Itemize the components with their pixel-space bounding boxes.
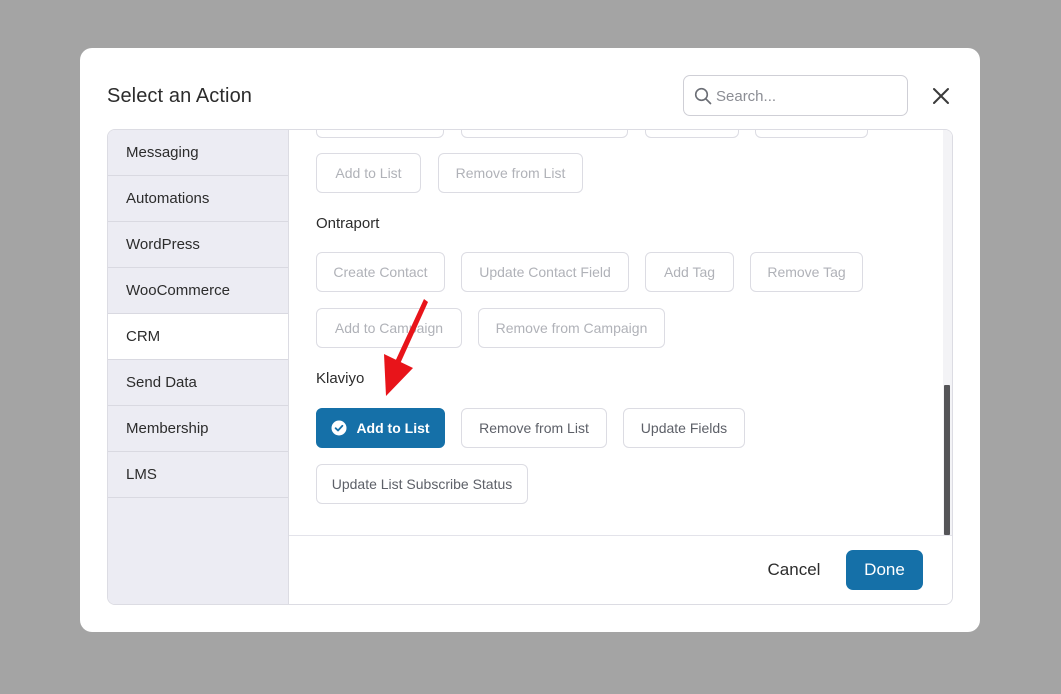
check-circle-icon <box>331 420 347 436</box>
action-button-partial[interactable] <box>645 130 739 138</box>
scrollbar-thumb[interactable] <box>944 385 950 535</box>
sidebar-item-automations[interactable]: Automations <box>108 176 288 222</box>
section-title-klaviyo: Klaviyo <box>316 370 365 387</box>
sidebar-item-messaging[interactable]: Messaging <box>108 130 288 176</box>
klaviyo-remove-from-list-button[interactable]: Remove from List <box>461 408 607 448</box>
sidebar-item-membership[interactable]: Membership <box>108 406 288 452</box>
sidebar-item-wordpress[interactable]: WordPress <box>108 222 288 268</box>
category-sidebar: Messaging Automations WordPress WooComme… <box>108 130 289 604</box>
modal-body: Messaging Automations WordPress WooComme… <box>107 129 953 605</box>
select-action-modal: Select an Action Messaging Automations W… <box>80 48 980 632</box>
search-box[interactable] <box>683 75 908 116</box>
klaviyo-update-fields-button[interactable]: Update Fields <box>623 408 745 448</box>
sidebar-item-crm[interactable]: CRM <box>108 314 288 360</box>
klaviyo-add-to-list-button[interactable]: Add to List <box>316 408 445 448</box>
ontraport-remove-from-campaign-button[interactable]: Remove from Campaign <box>478 308 665 348</box>
search-icon <box>694 87 712 105</box>
ontraport-add-tag-button[interactable]: Add Tag <box>645 252 734 292</box>
section-title-ontraport: Ontraport <box>316 215 380 232</box>
annotation-arrow-icon <box>384 299 428 396</box>
search-input[interactable] <box>716 84 896 108</box>
modal-title: Select an Action <box>107 85 253 107</box>
action-button-partial[interactable] <box>316 130 444 138</box>
sidebar-item-woocommerce[interactable]: WooCommerce <box>108 268 288 314</box>
klaviyo-update-list-subscribe-status-button[interactable]: Update List Subscribe Status <box>316 464 528 504</box>
modal-footer: Cancel Done <box>289 535 952 604</box>
prev-add-to-list-button[interactable]: Add to List <box>316 153 421 193</box>
ontraport-create-contact-button[interactable]: Create Contact <box>316 252 445 292</box>
sidebar-item-lms[interactable]: LMS <box>108 452 288 498</box>
klaviyo-add-to-list-label: Add to List <box>356 420 430 436</box>
actions-scrollbar[interactable] <box>943 130 952 535</box>
ontraport-update-contact-field-button[interactable]: Update Contact Field <box>461 252 629 292</box>
prev-remove-from-list-button[interactable]: Remove from List <box>438 153 583 193</box>
done-button[interactable]: Done <box>846 550 923 590</box>
ontraport-remove-tag-button[interactable]: Remove Tag <box>750 252 863 292</box>
cancel-button[interactable]: Cancel <box>744 550 844 590</box>
action-button-partial[interactable] <box>755 130 868 138</box>
close-icon[interactable] <box>929 84 953 108</box>
sidebar-item-send-data[interactable]: Send Data <box>108 360 288 406</box>
action-button-partial[interactable] <box>461 130 628 138</box>
